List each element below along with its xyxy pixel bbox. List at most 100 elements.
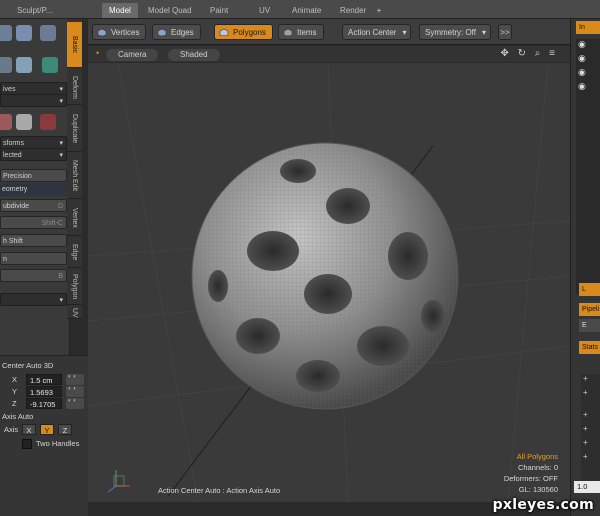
edges-label: Edges xyxy=(171,28,194,37)
axis-label: Axis xyxy=(4,425,19,434)
gl-polycount-info: GL: 130560 xyxy=(518,485,558,494)
items-mode-button[interactable]: Items xyxy=(278,24,324,40)
side-tab-basic[interactable]: Basic xyxy=(67,22,82,68)
b-button[interactable]: B xyxy=(0,269,67,282)
side-tab-mesh-edit[interactable]: Mesh Edit xyxy=(67,154,82,199)
side-tab-deform[interactable]: Deform xyxy=(67,70,82,105)
visibility-eye-icon-1[interactable]: ◉ xyxy=(578,39,586,50)
center-y-field[interactable]: 1.5693 xyxy=(26,386,62,397)
selection-mode-info: All Polygons xyxy=(516,452,558,461)
side-tab-vertex[interactable]: Vertex xyxy=(67,201,82,236)
viewport-scene xyxy=(88,62,570,502)
visibility-eye-icon-4[interactable]: ◉ xyxy=(578,81,586,92)
center-y-stepper[interactable] xyxy=(66,386,84,397)
sphere-tool-icon[interactable] xyxy=(0,25,12,41)
stats-expand-icon-6[interactable]: + xyxy=(583,452,588,461)
viewport-menu-dot[interactable]: • xyxy=(96,48,99,58)
viewport-nav-controls[interactable]: ✥ ↻ ⌕ ≡ xyxy=(500,48,558,59)
shading-selector[interactable]: Shaded xyxy=(168,49,220,61)
side-tab-uv[interactable]: UV xyxy=(67,307,82,319)
stats-expand-icon-5[interactable]: + xyxy=(583,438,588,447)
item-list[interactable]: ◉ ◉ ◉ ◉ xyxy=(576,39,600,294)
polygons-mode-button[interactable]: Polygons xyxy=(214,24,273,40)
side-tab-strip: Basic Deform Duplicate Mesh Edit Vertex … xyxy=(67,19,82,319)
bottom-dropdown[interactable] xyxy=(0,293,67,306)
right-value-field[interactable]: 1.0 xyxy=(574,481,600,493)
center-x-stepper[interactable] xyxy=(66,374,84,385)
side-tab-duplicate[interactable]: Duplicate xyxy=(67,107,82,152)
deformers-info: Deformers: OFF xyxy=(503,474,558,483)
two-handles-label: Two Handles xyxy=(36,439,80,448)
axis-x-button[interactable]: X xyxy=(22,424,36,435)
shift-c-shortcut: Shift-C xyxy=(41,220,63,227)
3d-viewport[interactable]: • Camera Shaded ✥ ↻ ⌕ ≡ All Polygons Cha… xyxy=(88,46,570,502)
action-center-status: Action Center Auto : Action Axis Auto xyxy=(158,486,281,495)
cylinder-tool-icon[interactable] xyxy=(16,25,32,41)
axis-gizmo xyxy=(107,470,130,493)
action-center-dropdown[interactable]: Action Center xyxy=(342,24,412,41)
center-x-field[interactable]: 1.5 cm xyxy=(26,374,62,385)
two-handles-checkbox[interactable] xyxy=(22,439,32,449)
dropdown-blank[interactable] xyxy=(0,94,67,107)
items-label: Items xyxy=(297,28,317,37)
h-shift-button[interactable]: h Shift xyxy=(0,234,67,247)
stats-expand-icon-1[interactable]: + xyxy=(583,374,588,383)
center-z-field[interactable]: -9.1705 xyxy=(26,398,62,409)
transform-tool-icon[interactable] xyxy=(0,114,12,130)
stats-tab[interactable]: Stats xyxy=(579,341,600,354)
workspace-tab-bar: Sculpt/P... Model Model Quad Paint UV An… xyxy=(0,0,600,19)
shift-c-button[interactable]: Shift-C xyxy=(0,216,67,229)
pipeline-tab[interactable]: Pipeli xyxy=(579,303,600,316)
vertices-icon xyxy=(97,28,107,37)
items-icon xyxy=(283,28,293,37)
bevel-tool-icon[interactable] xyxy=(16,114,32,130)
symmetry-dropdown[interactable]: Symmetry: Off xyxy=(419,24,491,41)
e-tab[interactable]: E xyxy=(579,319,600,332)
edges-icon xyxy=(157,28,167,37)
stats-expand-icon-3[interactable]: + xyxy=(583,410,588,419)
n-button[interactable]: n xyxy=(0,252,67,265)
pen-tool-icon[interactable] xyxy=(16,57,32,73)
tab-animate[interactable]: Animate xyxy=(285,3,328,18)
visibility-eye-icon-3[interactable]: ◉ xyxy=(578,67,586,78)
cone-tool-icon[interactable] xyxy=(40,25,56,41)
tab-model[interactable]: Model xyxy=(102,3,138,18)
tab-paint[interactable]: Paint xyxy=(203,3,235,18)
tab-render[interactable]: Render xyxy=(333,3,373,18)
subdivide-label: ubdivide xyxy=(3,203,30,210)
center-z-stepper[interactable] xyxy=(66,398,84,409)
edges-mode-button[interactable]: Edges xyxy=(152,24,201,40)
tab-uv[interactable]: UV xyxy=(252,3,277,18)
sculpted-sphere-mesh xyxy=(191,142,459,410)
subdivide-shortcut: D xyxy=(57,203,63,210)
toolbar-overflow-button[interactable]: >> xyxy=(498,24,512,40)
selected-dropdown[interactable]: lected xyxy=(0,148,67,161)
add-tab-button[interactable]: + xyxy=(373,3,385,18)
axis-auto-label: Axis Auto xyxy=(2,412,34,421)
tool-icon-row-1 xyxy=(0,23,67,43)
stats-list: + + + + + + xyxy=(581,374,600,484)
side-tab-edge[interactable]: Edge xyxy=(67,238,82,268)
subdivide-button[interactable]: ubdivide D xyxy=(0,199,67,212)
x-label: X xyxy=(12,375,18,384)
text-tool-icon[interactable] xyxy=(42,57,58,73)
torus-tool-icon[interactable] xyxy=(0,57,12,73)
side-tab-polygon[interactable]: Polygon xyxy=(67,270,82,305)
axis-y-button[interactable]: Y xyxy=(40,424,54,435)
layers-tab[interactable]: L xyxy=(579,283,600,296)
stats-expand-icon-2[interactable]: + xyxy=(583,388,588,397)
y-label: Y xyxy=(12,387,18,396)
precision-button[interactable]: Precision xyxy=(0,169,67,182)
axis-z-button[interactable]: Z xyxy=(58,424,72,435)
tool-icon-row-3 xyxy=(0,112,67,132)
items-list-tab[interactable]: In xyxy=(576,21,600,34)
flip-tool-icon[interactable] xyxy=(40,114,56,130)
right-item-panel: In ◉ ◉ ◉ ◉ L Pipeli E Stats + + + + + + xyxy=(570,19,600,516)
tab-model-quad[interactable]: Model Quad xyxy=(141,3,199,18)
vertices-mode-button[interactable]: Vertices xyxy=(92,24,147,40)
tab-sculpt[interactable]: Sculpt/P... xyxy=(10,3,59,18)
visibility-eye-icon-2[interactable]: ◉ xyxy=(578,53,586,64)
stats-expand-icon-4[interactable]: + xyxy=(583,424,588,433)
camera-view-selector[interactable]: Camera xyxy=(106,49,159,61)
b-shortcut: B xyxy=(58,273,63,280)
